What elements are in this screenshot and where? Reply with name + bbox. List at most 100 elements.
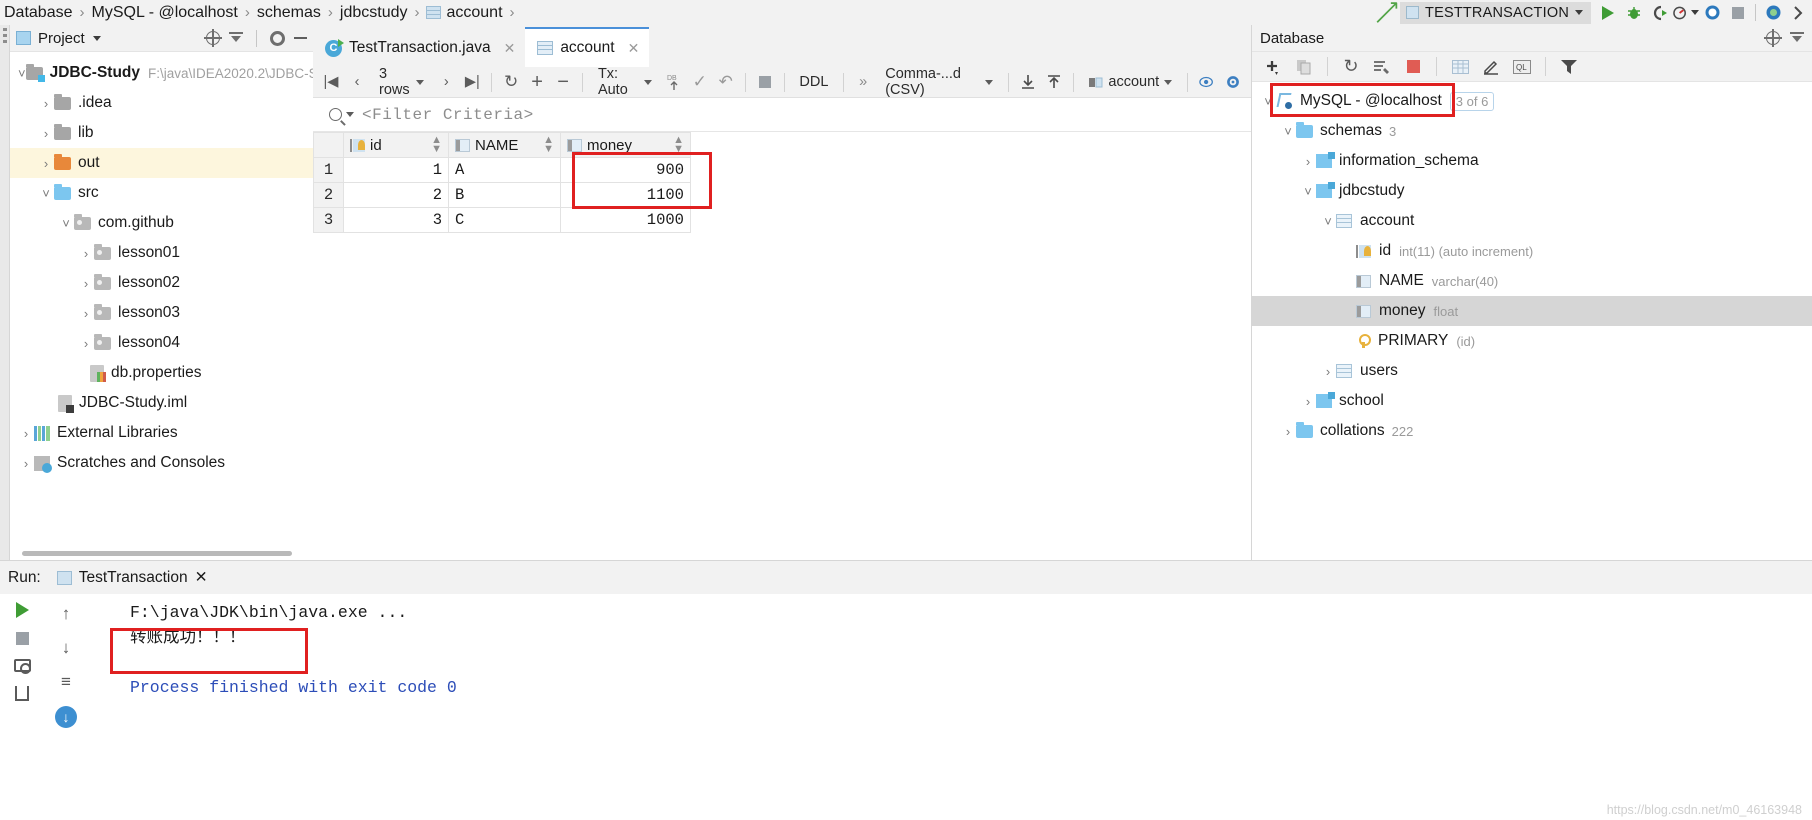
chevron-right-icon[interactable]: › — [1320, 364, 1336, 379]
more-options-icon[interactable] — [1786, 0, 1812, 25]
search-icon[interactable] — [329, 108, 342, 121]
search-everywhere-icon[interactable] — [1760, 0, 1786, 25]
close-icon[interactable]: ✕ — [504, 40, 516, 57]
cancel-query-button[interactable] — [753, 69, 777, 96]
stop-button[interactable] — [1400, 54, 1426, 80]
reload-button[interactable]: ↻ — [499, 69, 523, 96]
table-row[interactable]: 2 2 B 1100 — [313, 182, 691, 208]
breadcrumb-item-schemas[interactable]: schemas — [257, 4, 321, 22]
chevron-down-icon[interactable]: ˅ — [1280, 124, 1296, 139]
db-tree-item-primary-key[interactable]: PRIMARY (id) — [1252, 326, 1812, 356]
left-tool-rail[interactable] — [0, 25, 10, 560]
cell-id[interactable]: 3 — [343, 207, 449, 233]
chevron-right-icon[interactable]: › — [38, 156, 54, 171]
console-output[interactable]: F:\java\JDK\bin\java.exe ... 转账成功！！！ Pro… — [88, 594, 1812, 820]
chevron-right-icon[interactable]: › — [38, 96, 54, 111]
gear-icon[interactable] — [270, 30, 285, 46]
breadcrumb-item-account[interactable]: account — [446, 4, 502, 22]
rerun-button[interactable] — [15, 602, 29, 618]
submit-to-database-button[interactable]: DB — [662, 69, 686, 96]
db-tree-item-column-money[interactable]: money float — [1252, 296, 1812, 326]
stop-button[interactable] — [1725, 0, 1751, 25]
chevron-right-icon[interactable]: › — [1300, 154, 1316, 169]
overflow-button[interactable]: » — [851, 69, 875, 96]
cell-name[interactable]: A — [448, 157, 561, 183]
tree-item-jdbc-study-iml[interactable]: JDBC-Study.iml — [10, 388, 313, 418]
tree-item-idea[interactable]: › .idea — [10, 88, 313, 118]
cell-id[interactable]: 2 — [343, 182, 449, 208]
column-header-id[interactable]: id ▲ ▼ — [343, 132, 449, 158]
debug-button[interactable] — [1621, 0, 1647, 25]
tree-item-lesson02[interactable]: › lesson02 — [10, 268, 313, 298]
db-tree-item-column-id[interactable]: id int(11) (auto increment) — [1252, 236, 1812, 266]
locate-icon[interactable] — [1764, 29, 1782, 47]
filter-icon[interactable] — [1556, 54, 1582, 80]
tab-account[interactable]: account ✕ — [525, 27, 650, 67]
refresh-button[interactable]: ↻ — [1338, 54, 1364, 80]
up-stack-icon[interactable]: ↑ — [62, 604, 71, 624]
chevron-right-icon[interactable]: › — [78, 306, 94, 321]
cell-money[interactable]: 1000 — [560, 207, 691, 233]
chevron-right-icon[interactable]: › — [18, 426, 34, 441]
chevron-down-icon[interactable]: ˅ — [1300, 184, 1316, 199]
db-tree-item-users[interactable]: › users — [1252, 356, 1812, 386]
profile-button[interactable] — [1673, 0, 1699, 25]
transaction-mode-selector[interactable]: Tx: Auto — [590, 66, 660, 98]
chevron-right-icon[interactable]: › — [18, 456, 34, 471]
breadcrumb-item-jdbcstudy[interactable]: jdbcstudy — [340, 4, 408, 22]
ddl-button[interactable]: DDL — [791, 74, 836, 90]
tree-item-src[interactable]: ˅ src — [10, 178, 313, 208]
sync-settings-button[interactable] — [1369, 54, 1395, 80]
column-header-name[interactable]: NAME ▲ ▼ — [448, 132, 561, 158]
tree-item-lesson01[interactable]: › lesson01 — [10, 238, 313, 268]
chevron-down-icon[interactable] — [346, 112, 354, 117]
hide-icon[interactable] — [294, 37, 307, 39]
stop-button[interactable] — [15, 632, 29, 645]
tree-item-lesson03[interactable]: › lesson03 — [10, 298, 313, 328]
horizontal-scrollbar[interactable] — [22, 551, 292, 556]
db-tree-item-mysql-localhost[interactable]: ˅ MySQL - @localhost 3 of 6 — [1252, 83, 1812, 117]
grid-settings-icon[interactable] — [1221, 69, 1245, 96]
sort-icon[interactable]: ▲ ▼ — [431, 135, 442, 155]
table-row[interactable]: 3 3 C 1000 — [313, 207, 691, 233]
open-table-editor-button[interactable] — [1447, 54, 1473, 80]
tree-item-scratches-consoles[interactable]: › Scratches and Consoles — [10, 448, 313, 478]
next-page-button[interactable]: › — [434, 69, 458, 96]
chevron-down-icon[interactable]: ˅ — [38, 186, 54, 201]
trash-icon[interactable] — [15, 686, 29, 701]
output-format-selector[interactable]: Comma-...d (CSV) — [877, 66, 1001, 98]
soft-wrap-icon[interactable]: ≡ — [61, 672, 71, 692]
export-button[interactable] — [1016, 69, 1040, 96]
run-configuration-selector[interactable]: TESTTRANSACTION — [1400, 1, 1591, 24]
import-button[interactable] — [1042, 69, 1066, 96]
add-row-button[interactable]: + — [525, 69, 549, 96]
tree-item-com-github[interactable]: ˅ com.github — [10, 208, 313, 238]
column-header-money[interactable]: money ▲ ▼ — [560, 132, 691, 158]
tree-item-db-properties[interactable]: db.properties — [10, 358, 313, 388]
remove-row-button[interactable]: − — [551, 69, 575, 96]
db-tree-item-column-name[interactable]: NAME varchar(40) — [1252, 266, 1812, 296]
edit-button[interactable] — [1478, 54, 1504, 80]
sort-icon[interactable]: ▲ ▼ — [543, 135, 554, 155]
breadcrumb-item-connection[interactable]: MySQL - @localhost — [92, 4, 238, 22]
run-with-coverage-button[interactable] — [1647, 0, 1673, 25]
run-button[interactable] — [1595, 0, 1621, 25]
commit-button[interactable]: ✓ — [688, 69, 712, 96]
close-icon[interactable]: ✕ — [195, 568, 208, 587]
breadcrumb-item-database[interactable]: Database — [4, 4, 73, 22]
tab-test-transaction-java[interactable]: C TestTransaction.java ✕ — [313, 29, 526, 67]
copy-datasource-button[interactable] — [1291, 54, 1317, 80]
db-tree-item-account[interactable]: ˅ account — [1252, 206, 1812, 236]
chevron-right-icon[interactable]: › — [78, 246, 94, 261]
tree-item-lib[interactable]: › lib — [10, 118, 313, 148]
db-tree-item-school[interactable]: › school — [1252, 386, 1812, 416]
db-tree-item-jdbcstudy[interactable]: ˅ jdbcstudy — [1252, 176, 1812, 206]
chevron-right-icon[interactable]: › — [38, 126, 54, 141]
hide-toolbar-icon[interactable]: ⟶ — [1368, 0, 1406, 31]
table-row[interactable]: 1 1 A 900 — [313, 157, 691, 183]
chevron-down-icon[interactable]: ˅ — [1320, 214, 1336, 229]
chevron-right-icon[interactable]: › — [78, 276, 94, 291]
filter-input-placeholder[interactable]: <Filter Criteria> — [362, 106, 534, 124]
attach-profiler-icon[interactable] — [1699, 0, 1725, 25]
chevron-down-icon[interactable]: ˅ — [58, 216, 74, 231]
